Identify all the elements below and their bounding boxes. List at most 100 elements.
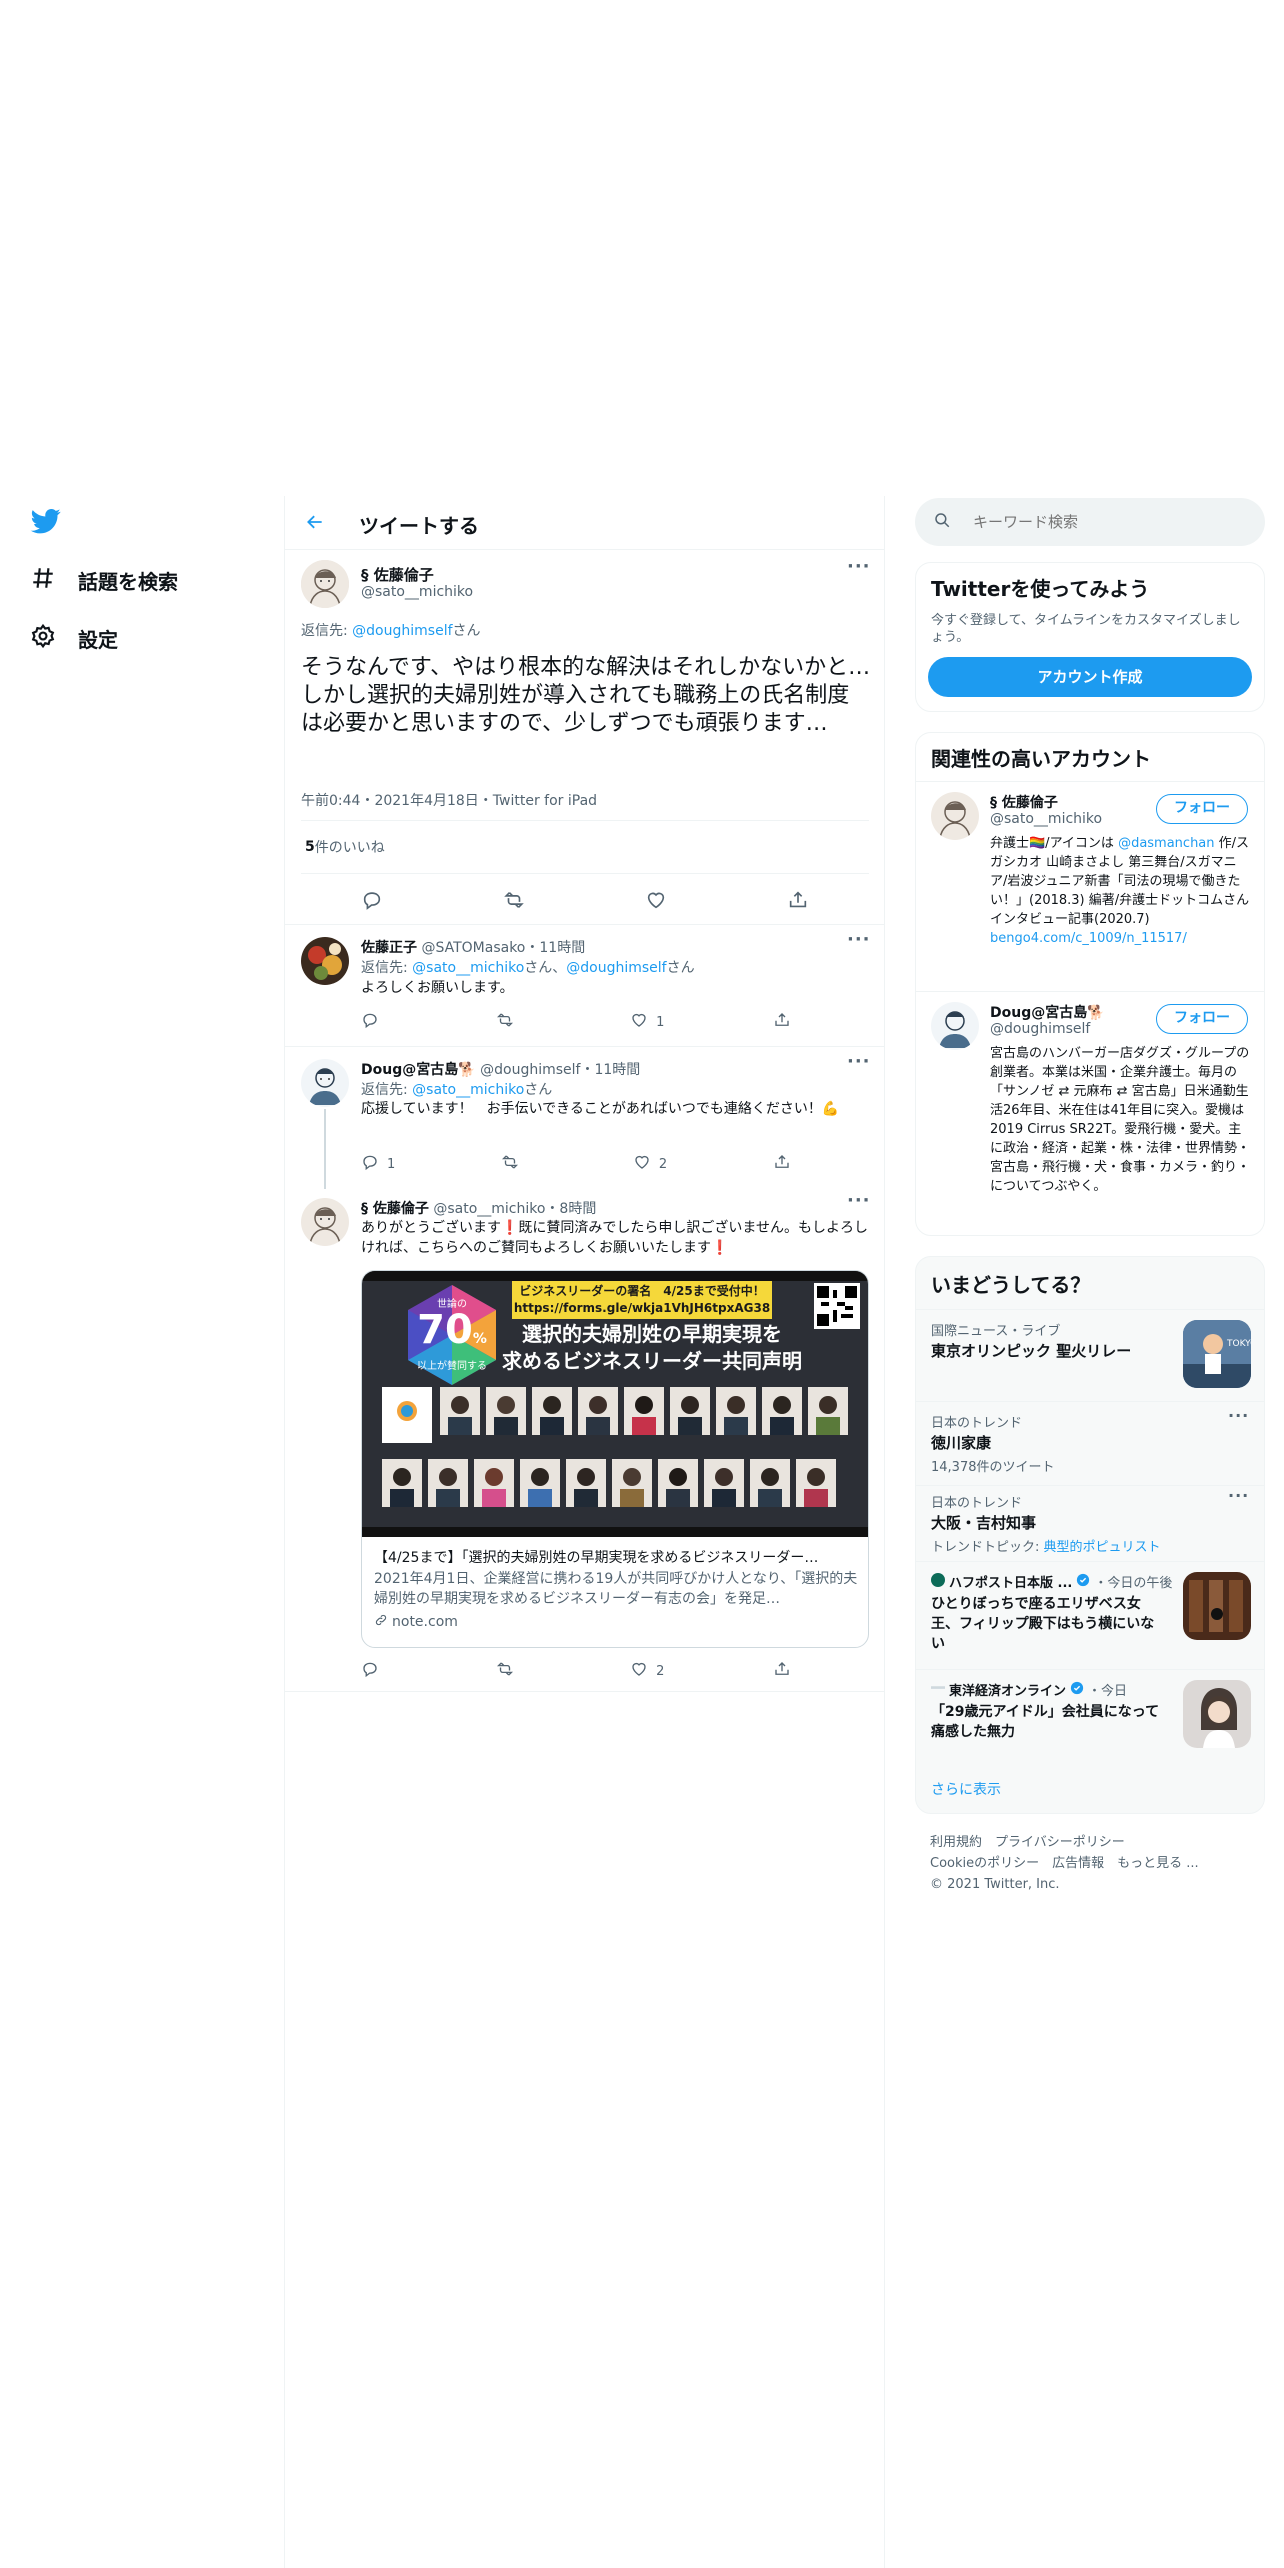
twitter-logo-icon[interactable] bbox=[30, 506, 62, 536]
reply-author-handle[interactable]: @sato__michiko bbox=[433, 1201, 545, 1217]
signup-panel: Twitterを使ってみよう 今すぐ登録して、タイムラインをカスタマイズしましょ… bbox=[915, 562, 1265, 712]
card-description: 2021年4月1日、企業経営に携わる19人が共同呼びかけ人となり、「選択的夫婦別… bbox=[374, 1571, 858, 1607]
likes-stat[interactable]: 5 件のいいね bbox=[301, 820, 869, 874]
trends-panel: いまどうしてる？ 国際ニュース・ライブ 東京オリンピック 聖火リレー TOKYO… bbox=[915, 1256, 1265, 1814]
nav-settings[interactable]: 設定 bbox=[30, 618, 118, 658]
reply-time[interactable]: ・11時間 bbox=[580, 1062, 640, 1078]
card-banner-text: ビジネスリーダーの署名 4/25まで受付中！ bbox=[519, 1284, 765, 1298]
link-card[interactable]: ビジネスリーダーの署名 4/25まで受付中！ https://forms.gle… bbox=[361, 1270, 869, 1648]
more-options-button[interactable]: ··· bbox=[1228, 1406, 1249, 1425]
reply-tweet[interactable]: 佐藤正子 @SATOMasako・11時間 ··· 返信先: @sato__mi… bbox=[285, 924, 885, 1046]
reply-time[interactable]: ・11時間 bbox=[525, 940, 585, 956]
follow-button[interactable]: フォロー bbox=[1156, 794, 1248, 824]
share-button[interactable] bbox=[773, 1011, 791, 1033]
trend-topic: トレンドトピック: 典型的ポピュリスト bbox=[931, 1536, 1161, 1555]
more-options-button[interactable]: ··· bbox=[1228, 1486, 1249, 1505]
reply-author-name[interactable]: § 佐藤倫子 bbox=[361, 1201, 429, 1217]
reply-suffix: さん bbox=[524, 1082, 553, 1098]
retweet-button[interactable] bbox=[496, 1011, 522, 1033]
related-account-name[interactable]: Doug@宮古島🐕 bbox=[990, 1002, 1105, 1022]
more-options-button[interactable]: ··· bbox=[847, 1051, 871, 1072]
more-options-button[interactable]: ··· bbox=[847, 929, 871, 950]
more-options-button[interactable]: ··· bbox=[847, 1190, 871, 1211]
reply-button[interactable] bbox=[361, 1011, 387, 1033]
reply-to-link[interactable]: @sato__michiko bbox=[412, 1082, 524, 1098]
search-box[interactable] bbox=[915, 498, 1265, 546]
like-button[interactable]: 1 bbox=[630, 1011, 664, 1033]
footer-line-cookies[interactable]: Cookieのポリシー 広告情報 もっと見る ... bbox=[930, 1853, 1199, 1874]
tweet-author-name[interactable]: § 佐藤倫子 bbox=[361, 564, 434, 585]
trend-item[interactable]: 日本のトレンド 徳川家康 14,378件のツイート ··· bbox=[916, 1401, 1264, 1485]
avatar[interactable] bbox=[301, 1198, 349, 1246]
reply-icon[interactable] bbox=[361, 889, 383, 915]
reply-button[interactable]: 1 bbox=[361, 1153, 395, 1175]
reply-suffix: さん bbox=[452, 623, 481, 639]
retweet-icon[interactable] bbox=[503, 889, 525, 915]
card-image-top-band bbox=[362, 1271, 868, 1281]
tweet-timestamp[interactable]: 午前0:44・2021年4月18日・Twitter for iPad bbox=[301, 790, 597, 810]
reply-author-name[interactable]: 佐藤正子 bbox=[361, 940, 417, 956]
retweet-button[interactable] bbox=[501, 1153, 527, 1175]
related-account-item[interactable]: Doug@宮古島🐕 @doughimself フォロー 宮古島のハンバーガー店ダ… bbox=[916, 991, 1264, 1235]
share-icon[interactable] bbox=[787, 889, 809, 915]
related-account-name[interactable]: § 佐藤倫子 bbox=[990, 792, 1058, 812]
reply-tweet[interactable]: § 佐藤倫子 @sato__michiko・8時間 ··· ありがとうございます… bbox=[285, 1186, 885, 1692]
share-button[interactable] bbox=[773, 1153, 791, 1175]
reply-to-link[interactable]: @doughimself bbox=[566, 960, 666, 976]
share-button[interactable] bbox=[773, 1660, 791, 1682]
retweet-button[interactable] bbox=[496, 1660, 522, 1682]
like-icon[interactable] bbox=[645, 889, 667, 915]
likes-count: 5 bbox=[305, 839, 315, 855]
trend-topic-link[interactable]: 典型的ポピュリスト bbox=[1044, 1540, 1161, 1555]
like-button[interactable]: 2 bbox=[633, 1153, 667, 1175]
avatar[interactable] bbox=[301, 560, 349, 608]
reply-button[interactable] bbox=[361, 1660, 387, 1682]
related-account-handle[interactable]: @doughimself bbox=[990, 1021, 1090, 1037]
back-button[interactable] bbox=[299, 508, 331, 540]
reply-tweet[interactable]: Doug@宮古島🐕 @doughimself・11時間 ··· 返信先: @sa… bbox=[285, 1046, 885, 1189]
footer: 利用規約 プライバシーポリシー Cookieのポリシー 広告情報 もっと見る .… bbox=[930, 1832, 1199, 1895]
trend-item[interactable]: 国際ニュース・ライブ 東京オリンピック 聖火リレー TOKYO bbox=[916, 1309, 1264, 1401]
search-input[interactable] bbox=[973, 513, 1233, 531]
reply-context: 返信先: @sato__michikoさん、@doughimselfさん bbox=[361, 957, 695, 977]
reply-time[interactable]: ・8時間 bbox=[545, 1201, 596, 1217]
reply-author-handle[interactable]: @SATOMasako bbox=[421, 940, 525, 956]
show-more-link[interactable]: さらに表示 bbox=[931, 1779, 1001, 1799]
tweet-author-handle[interactable]: @sato__michiko bbox=[361, 584, 473, 600]
related-title: 関連性の高いアカウント bbox=[931, 747, 1151, 771]
arrow-left-icon bbox=[305, 512, 325, 536]
avatar[interactable] bbox=[931, 1002, 979, 1050]
more-options-button[interactable]: ··· bbox=[847, 556, 871, 577]
trend-item[interactable]: 日本のトレンド 大阪・吉村知事 トレンドトピック: 典型的ポピュリスト ··· bbox=[916, 1485, 1264, 1561]
news-item[interactable]: ハフポスト日本版 ... ・今日の午後 ひとりぼっちで座るエリザベス女王、フィリ… bbox=[916, 1561, 1264, 1669]
reply-to-link[interactable]: @doughimself bbox=[352, 623, 452, 639]
create-account-button[interactable]: アカウント作成 bbox=[928, 657, 1252, 697]
news-item[interactable]: 東洋経済オンライン ・今日 「29歳元アイドル」会社員になって痛感した無力 bbox=[916, 1669, 1264, 1759]
reply-context: 返信先: @sato__michikoさん bbox=[361, 1079, 552, 1099]
svg-text:TOKYO: TOKYO bbox=[1226, 1339, 1251, 1349]
related-account-handle[interactable]: @sato__michiko bbox=[990, 811, 1102, 827]
likes-label: 件のいいね bbox=[314, 840, 385, 856]
trends-title: いまどうしてる？ bbox=[931, 1273, 1091, 1297]
reply-to-link[interactable]: @sato__michiko bbox=[412, 960, 524, 976]
related-account-bio: 弁護士🏳️‍🌈/アイコンは @dasmanchan 作/スガシカオ 山崎まさよし… bbox=[990, 834, 1252, 948]
avatar[interactable] bbox=[301, 1059, 349, 1107]
reply-author-name[interactable]: Doug@宮古島🐕 bbox=[361, 1062, 476, 1078]
reply-action-bar: 1 2 bbox=[361, 1153, 791, 1175]
reply-prefix: 返信先: bbox=[361, 1082, 413, 1098]
news-time: ・今日の午後 bbox=[1094, 1576, 1173, 1591]
nav-explore[interactable]: 話題を検索 bbox=[30, 560, 178, 600]
footer-line-terms[interactable]: 利用規約 プライバシーポリシー bbox=[930, 1832, 1199, 1853]
bio-mention-link[interactable]: @dasmanchan bbox=[1118, 836, 1214, 851]
news-source: ハフポスト日本版 ... bbox=[949, 1576, 1073, 1591]
like-button[interactable]: 2 bbox=[630, 1660, 664, 1682]
avatar[interactable] bbox=[301, 937, 349, 985]
card-badge-number-text: 70 bbox=[417, 1307, 473, 1353]
reply-author-handle[interactable]: @doughimself bbox=[480, 1062, 580, 1078]
related-account-item[interactable]: § 佐藤倫子 @sato__michiko フォロー 弁護士🏳️‍🌈/アイコンは… bbox=[916, 781, 1264, 991]
tweet-text: そうなんです、やはり根本的な解決はそれしかないかと…しかし選択的夫婦別姓が導入さ… bbox=[301, 655, 871, 736]
page-title: ツイートする bbox=[359, 514, 479, 538]
bio-url-link[interactable]: bengo4.com/c_1009/n_11517/ bbox=[990, 931, 1187, 946]
follow-button[interactable]: フォロー bbox=[1156, 1004, 1248, 1034]
avatar[interactable] bbox=[931, 792, 979, 840]
